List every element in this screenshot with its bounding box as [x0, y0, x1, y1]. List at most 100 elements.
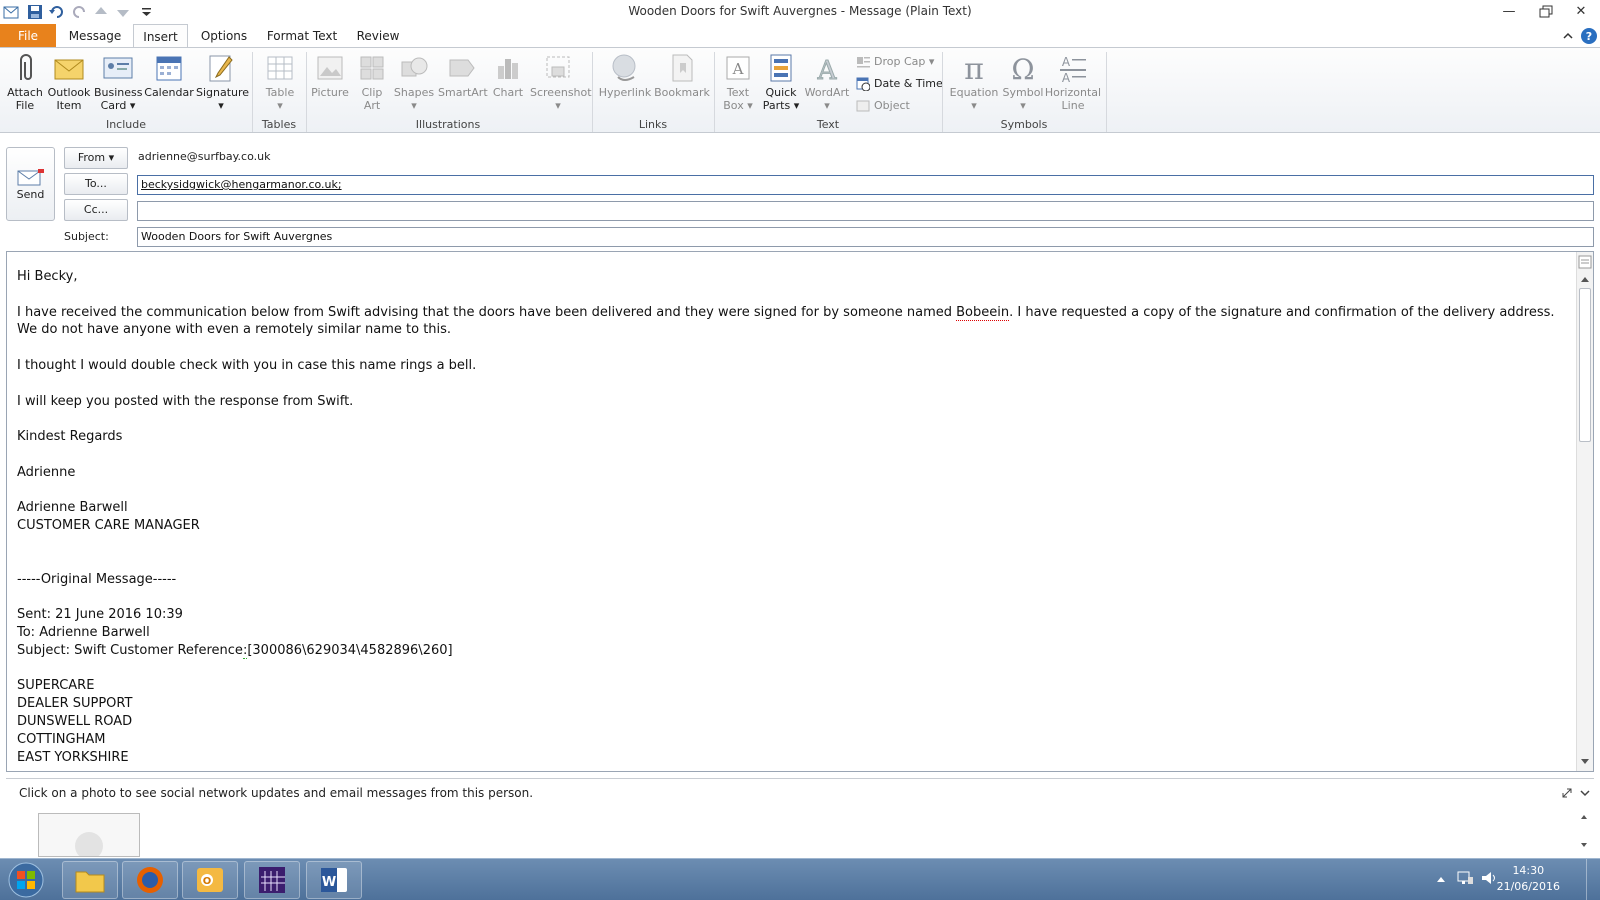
group-label-text: Text [816, 118, 840, 131]
scroll-down-icon[interactable] [1578, 753, 1592, 767]
restore-button[interactable] [1531, 2, 1561, 22]
signature-full-name: Adrienne Barwell [17, 500, 128, 516]
tab-file[interactable]: File [0, 24, 56, 48]
svg-text:A: A [1062, 55, 1071, 69]
system-clock[interactable]: 14:30 21/06/2016 [1497, 863, 1560, 895]
contact-photo[interactable] [38, 813, 140, 860]
minimize-button[interactable]: — [1494, 2, 1524, 22]
text-box-button[interactable]: A Text Box ▾ [718, 52, 758, 112]
ribbon-insert: Attach File Outlook Item Business Card ▾… [0, 47, 1600, 133]
ruler-toggle-icon[interactable] [1578, 254, 1592, 269]
calendar-button[interactable]: Calendar [144, 52, 194, 99]
group-label-include: Include [105, 118, 147, 131]
drop-cap-button[interactable]: Drop Cap ▾ [856, 52, 934, 72]
scroll-up-icon[interactable] [1578, 272, 1592, 286]
clip-art-button[interactable]: Clip Art [354, 52, 390, 112]
screenshot-button[interactable]: Screenshot ▾ [530, 52, 592, 112]
bookmark-button[interactable]: Bookmark [654, 52, 710, 99]
symbol-button[interactable]: Ω Symbol ▾ [1002, 52, 1044, 112]
cc-button[interactable]: Cc... [64, 199, 128, 221]
clip-art-icon [356, 52, 388, 84]
group-label-tables: Tables [261, 118, 297, 131]
svg-text:?: ? [1586, 30, 1592, 43]
horizontal-line-button[interactable]: AA Horizontal Line [1044, 52, 1102, 112]
table-icon [264, 52, 296, 84]
group-separator [942, 52, 943, 132]
taskbar-word[interactable]: W [306, 861, 362, 899]
object-icon [856, 100, 870, 112]
expand-pane-icon[interactable] [1560, 785, 1574, 799]
shapes-button[interactable]: Shapes ▾ [392, 52, 436, 112]
message-body[interactable]: Hi Becky, I have received the communicat… [6, 251, 1594, 772]
taskbar-app-grid[interactable] [244, 861, 300, 899]
people-pane-scrollbar[interactable] [1576, 807, 1592, 857]
tab-review[interactable]: Review [350, 24, 406, 48]
group-separator [252, 52, 253, 132]
group-label-symbols: Symbols [1000, 118, 1048, 131]
message-body-text[interactable]: Hi Becky, I have received the communicat… [17, 268, 1557, 766]
show-desktop-button[interactable] [1586, 859, 1600, 900]
outlook-item-button[interactable]: Outlook Item [46, 52, 92, 112]
chart-button[interactable]: Chart [488, 52, 528, 99]
subject-field[interactable]: Wooden Doors for Swift Auvergnes [137, 227, 1594, 247]
address-line: COTTINGHAM [17, 731, 106, 747]
to-field[interactable]: beckysidgwick@hengarmanor.co.uk; [137, 175, 1594, 195]
signature-pen-icon [205, 52, 237, 84]
signature-first-name: Adrienne [17, 464, 76, 480]
cc-field[interactable] [137, 201, 1594, 221]
people-pane: Click on a photo to see social network u… [6, 778, 1594, 860]
from-address: adrienne@surfbay.co.uk [138, 150, 271, 163]
network-icon[interactable] [1456, 869, 1474, 887]
help-icon[interactable]: ? [1580, 27, 1598, 45]
taskbar-firefox[interactable] [122, 861, 178, 899]
to-button[interactable]: To... [64, 173, 128, 195]
equation-button[interactable]: π Equation ▾ [948, 52, 1000, 112]
tab-options[interactable]: Options [194, 24, 254, 48]
business-card-button[interactable]: Business Card ▾ [94, 52, 143, 112]
date-time-button[interactable]: Date & Time [856, 74, 943, 94]
body-scrollbar[interactable] [1576, 252, 1593, 771]
attach-file-button[interactable]: Attach File [6, 52, 44, 112]
object-button[interactable]: Object [856, 96, 910, 116]
start-button[interactable] [6, 861, 46, 899]
scroll-thumb[interactable] [1579, 288, 1591, 442]
tab-format-text[interactable]: Format Text [262, 24, 342, 48]
picture-button[interactable]: Picture [308, 52, 352, 99]
tab-insert[interactable]: Insert [133, 24, 188, 48]
body-paragraph: I will keep you posted with the response… [17, 393, 354, 409]
wordart-button[interactable]: A WordArt ▾ [804, 52, 850, 113]
wordart-icon: A [811, 52, 843, 84]
body-paragraph: I have received the communication below … [17, 304, 1555, 338]
table-button[interactable]: Table ▾ [258, 52, 302, 112]
to-recipient[interactable]: beckysidgwick@hengarmanor.co.uk; [141, 178, 342, 191]
show-hidden-icons[interactable] [1434, 871, 1448, 885]
group-separator [714, 52, 715, 132]
greeting-line: Hi Becky, [17, 269, 78, 284]
taskbar-outlook[interactable]: O [182, 861, 238, 899]
drop-cap-icon [857, 57, 870, 68]
tab-message[interactable]: Message [62, 24, 128, 48]
text-box-icon: A [722, 52, 754, 84]
signature-job-title: CUSTOMER CARE MANAGER [17, 518, 200, 534]
paperclip-icon [9, 52, 41, 84]
signature-button[interactable]: Signature ▾ [196, 52, 249, 112]
folder-icon [75, 871, 105, 893]
omega-icon: Ω [1007, 52, 1039, 84]
address-line: DUNSWELL ROAD [17, 713, 133, 729]
collapse-pane-icon[interactable] [1578, 785, 1592, 799]
taskbar-explorer[interactable] [62, 861, 118, 899]
window-title: Wooden Doors for Swift Auvergnes - Messa… [628, 4, 972, 18]
smartart-button[interactable]: SmartArt [438, 52, 488, 99]
from-button[interactable]: From ▾ [64, 147, 128, 169]
horizontal-line-icon: AA [1057, 52, 1089, 84]
original-sent: Sent: 21 June 2016 10:39 [17, 607, 183, 623]
shapes-icon [398, 52, 430, 84]
close-button[interactable]: ✕ [1566, 2, 1596, 22]
envelope-icon [53, 52, 85, 84]
hyperlink-button[interactable]: Hyperlink [596, 52, 654, 99]
minimize-ribbon-icon[interactable] [1560, 28, 1576, 44]
send-button[interactable]: Send [6, 147, 55, 221]
volume-icon[interactable] [1480, 869, 1498, 887]
svg-text:A: A [1062, 71, 1071, 83]
quick-parts-button[interactable]: Quick Parts ▾ [760, 52, 802, 112]
